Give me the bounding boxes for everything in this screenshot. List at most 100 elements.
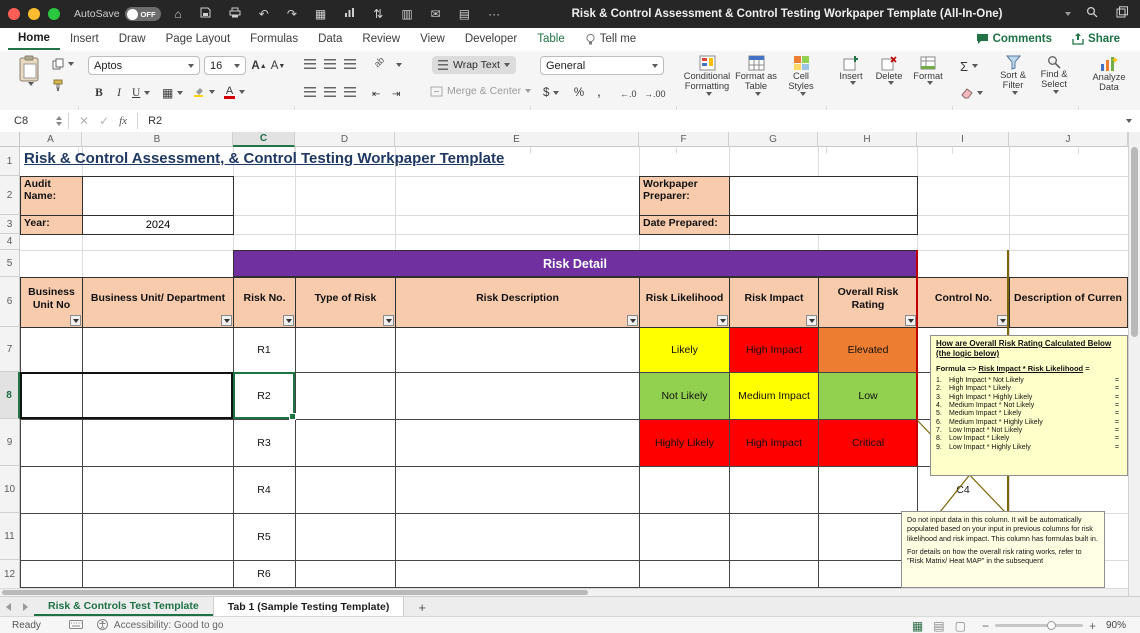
italic-button[interactable]: I [112, 84, 126, 102]
mail-icon[interactable]: ✉ [431, 0, 441, 28]
new-window-icon[interactable] [1116, 0, 1128, 28]
more-commands-icon[interactable]: ··· [488, 0, 500, 28]
font-size-combobox[interactable]: 16 [204, 56, 246, 75]
conditional-formatting-button[interactable]: Conditional Formatting [684, 55, 730, 96]
audit-name-value-cell[interactable] [82, 176, 234, 216]
align-center-icon[interactable] [324, 87, 336, 97]
sheet-nav-prev-icon[interactable] [0, 597, 17, 617]
copy-button[interactable] [52, 58, 74, 70]
currency-button[interactable]: $ [543, 84, 559, 102]
row-header-1[interactable]: 1 [0, 147, 20, 176]
zoom-level[interactable]: 90% [1106, 620, 1126, 631]
cell-c10[interactable]: R4 [233, 466, 295, 513]
year-label-cell[interactable]: Year: [20, 215, 83, 235]
tab-developer[interactable]: Developer [455, 30, 527, 49]
cell-h7-rating[interactable]: Elevated [819, 328, 917, 372]
tab-formulas[interactable]: Formulas [240, 30, 308, 49]
number-format-combobox[interactable]: General [540, 56, 664, 75]
accessibility-icon[interactable] [97, 619, 108, 633]
active-cell-selection[interactable] [233, 372, 295, 419]
autosum-button[interactable]: Σ [960, 57, 978, 75]
name-box-stepper[interactable] [56, 116, 62, 126]
page-break-view-icon[interactable]: ▢ [955, 619, 966, 633]
undo-icon[interactable]: ↶ [259, 0, 269, 28]
sort-filter-button[interactable]: Sort & Filter [995, 55, 1031, 95]
tab-review[interactable]: Review [352, 30, 410, 49]
percent-button[interactable]: % [572, 84, 586, 102]
align-bottom-icon[interactable] [344, 59, 356, 69]
year-value-cell[interactable]: 2024 [82, 215, 234, 235]
row-header-2[interactable]: 2 [0, 176, 20, 215]
row-header-12[interactable]: 12 [0, 560, 20, 588]
cell-g9-impact[interactable]: High Impact [730, 420, 818, 466]
title-chevron-icon[interactable] [1065, 12, 1071, 16]
row-header-9[interactable]: 9 [0, 419, 20, 466]
filter-dropdown-icon[interactable] [70, 315, 81, 326]
tab-page-layout[interactable]: Page Layout [156, 30, 241, 49]
sort-icon[interactable]: ⇅ [373, 0, 383, 28]
copy-dropdown-icon[interactable] [68, 62, 74, 66]
decrease-decimal-button[interactable]: →.00 [644, 85, 666, 103]
normal-view-icon[interactable]: ▦ [912, 619, 923, 633]
rating-logic-note[interactable]: How are Overall Risk Rating Calculated B… [930, 335, 1128, 476]
increase-indent-icon[interactable]: ⇥ [392, 85, 400, 103]
cell-c9[interactable]: R3 [233, 419, 295, 466]
format-cells-button[interactable]: Format [910, 55, 946, 85]
audit-name-label-cell[interactable]: Audit Name: [20, 176, 83, 216]
filter-dropdown-icon[interactable] [221, 315, 232, 326]
header-business-unit-department[interactable]: Business Unit/ Department [82, 277, 234, 328]
clear-button[interactable] [960, 84, 983, 102]
font-color-button[interactable]: A [224, 83, 245, 101]
decrease-indent-icon[interactable]: ⇤ [372, 85, 380, 103]
table-icon[interactable]: ▦ [315, 0, 326, 28]
formula-input[interactable]: R2 [148, 115, 162, 127]
formula-bar-expand-icon[interactable] [1126, 119, 1132, 123]
bold-button[interactable]: B [92, 84, 106, 102]
fill-color-button[interactable] [192, 83, 215, 101]
add-sheet-button[interactable]: + [404, 597, 440, 617]
format-as-table-button[interactable]: Format as Table [734, 55, 778, 96]
filter-dropdown-icon[interactable] [627, 315, 638, 326]
page-layout-view-icon[interactable]: ▤ [933, 619, 944, 633]
cell-f9-likelihood[interactable]: Highly Likely [640, 420, 729, 466]
align-top-icon[interactable] [304, 59, 316, 69]
keyboard-icon[interactable] [69, 620, 83, 632]
header-risk-likelihood[interactable]: Risk Likelihood [639, 277, 730, 328]
vertical-scrollbar[interactable] [1128, 132, 1140, 596]
sheet-tab-risk-controls[interactable]: Risk & Controls Test Template [34, 597, 213, 617]
row-header-8[interactable]: 8 [0, 372, 20, 419]
sheet-tab-tab1-sample[interactable]: Tab 1 (Sample Testing Template) [213, 597, 405, 617]
header-overall-risk-rating[interactable]: Overall Risk Rating [818, 277, 918, 328]
column-header-a[interactable]: A [20, 132, 82, 147]
row-header-11[interactable]: 11 [0, 513, 20, 560]
header-risk-no[interactable]: Risk No. [233, 277, 296, 328]
sheet-icon[interactable]: ▤ [459, 0, 470, 28]
cell-styles-button[interactable]: Cell Styles [782, 55, 820, 96]
merge-center-button[interactable]: Merge & Center [430, 85, 531, 97]
horizontal-scrollbar-thumb[interactable] [2, 590, 588, 595]
preparer-label-cell[interactable]: Workpaper Preparer: [639, 176, 730, 216]
row-header-7[interactable]: 7 [0, 327, 20, 372]
comma-style-button[interactable]: , [592, 82, 606, 100]
filter-dropdown-icon[interactable] [383, 315, 394, 326]
chart-icon[interactable] [344, 0, 355, 28]
home-icon[interactable]: ⌂ [175, 0, 182, 28]
share-button[interactable]: Share [1062, 30, 1130, 49]
column-header-h[interactable]: H [818, 132, 917, 147]
column-header-e[interactable]: E [395, 132, 639, 147]
cell-g7-impact[interactable]: High Impact [730, 328, 818, 372]
autosave-toggle[interactable]: OFF [125, 7, 161, 21]
align-right-icon[interactable] [344, 87, 356, 97]
grow-font-button[interactable]: A▲ [251, 57, 267, 75]
tab-draw[interactable]: Draw [109, 30, 156, 49]
cell-c11[interactable]: R5 [233, 513, 295, 560]
row-header-5[interactable]: 5 [0, 250, 20, 277]
cell-g8-impact[interactable]: Medium Impact [730, 373, 818, 419]
row-header-4[interactable]: 4 [0, 234, 20, 250]
zoom-window-icon[interactable] [48, 8, 60, 20]
row-header-3[interactable]: 3 [0, 215, 20, 234]
column-header-g[interactable]: G [729, 132, 818, 147]
align-middle-icon[interactable] [324, 59, 336, 69]
horizontal-scrollbar[interactable] [0, 588, 1128, 596]
borders-button[interactable]: ▦ [162, 84, 183, 102]
